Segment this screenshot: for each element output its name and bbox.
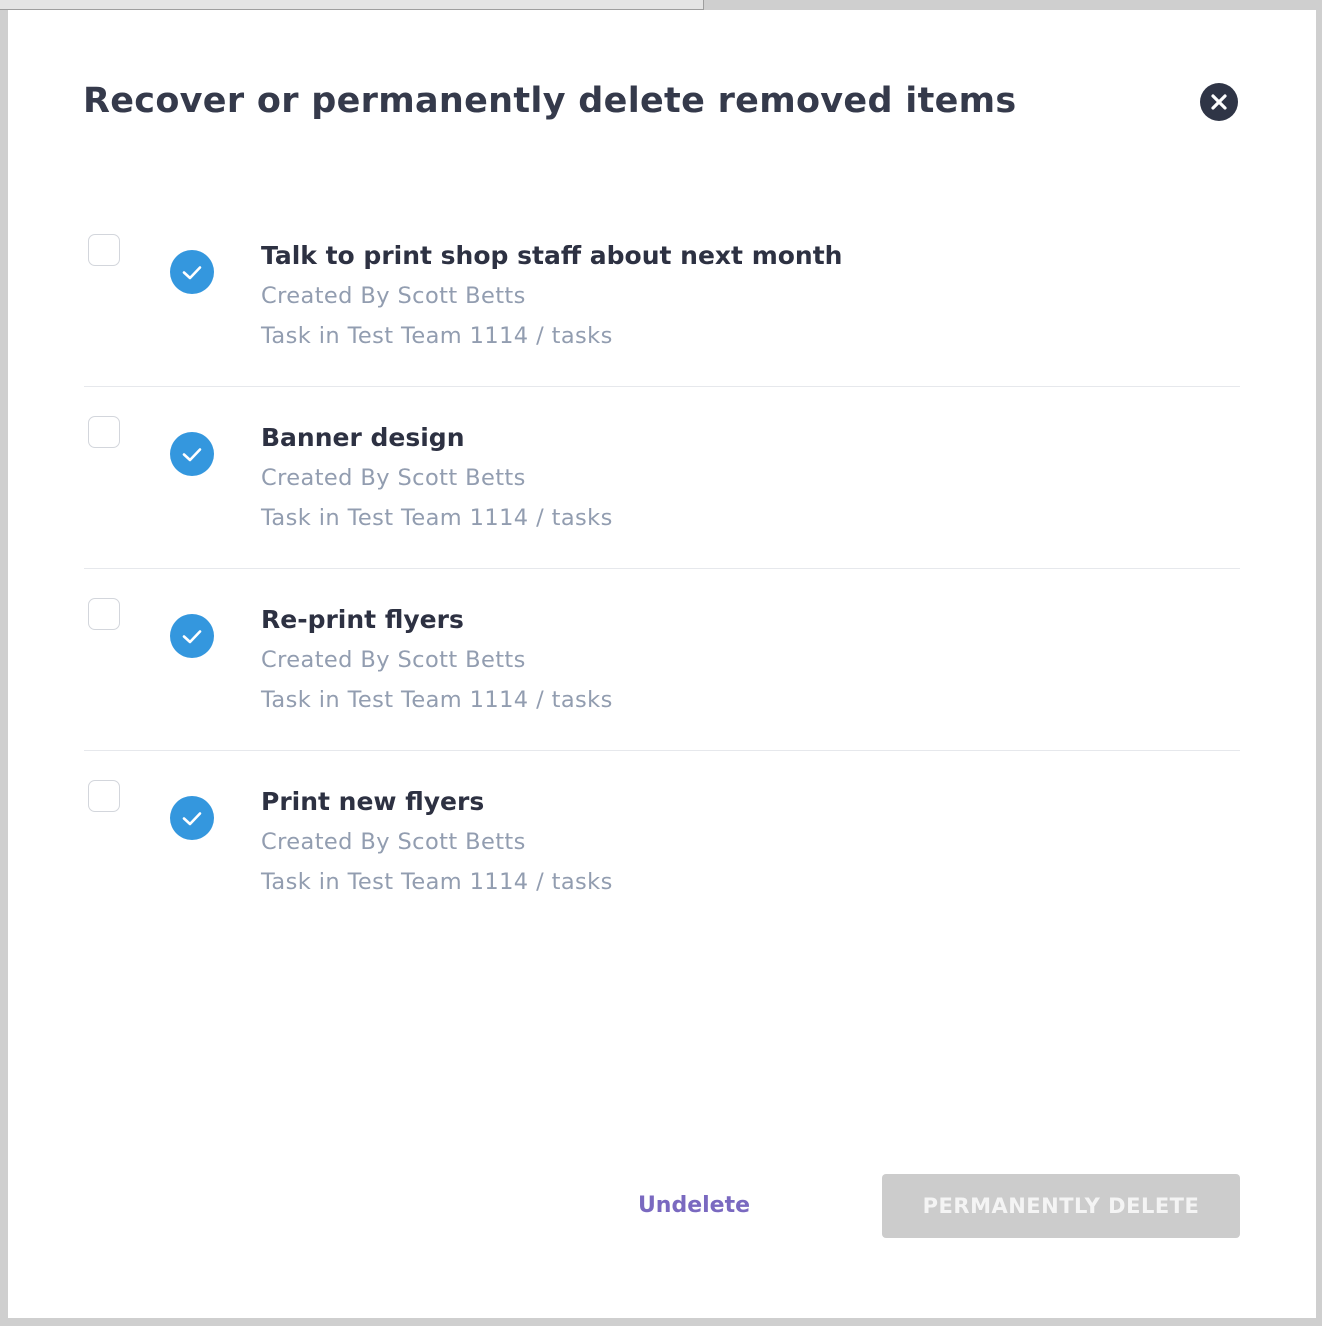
list-item: Re-print flyers Created By Scott Betts T…: [84, 569, 1240, 751]
completed-check-icon: [170, 796, 214, 840]
item-created-by: Created By Scott Betts: [261, 465, 526, 491]
item-created-by: Created By Scott Betts: [261, 829, 526, 855]
list-item: Banner design Created By Scott Betts Tas…: [84, 387, 1240, 569]
dialog-title: Recover or permanently delete removed it…: [83, 81, 1017, 121]
close-icon: [1211, 94, 1227, 110]
recover-items-dialog: Recover or permanently delete removed it…: [8, 10, 1316, 1318]
item-title: Talk to print shop staff about next mont…: [261, 241, 843, 270]
completed-check-icon: [170, 614, 214, 658]
list-item: Talk to print shop staff about next mont…: [84, 205, 1240, 387]
undelete-button[interactable]: Undelete: [606, 1173, 782, 1237]
item-location: Task in Test Team 1114 / tasks: [261, 505, 613, 531]
item-created-by: Created By Scott Betts: [261, 647, 526, 673]
close-button[interactable]: [1200, 83, 1238, 121]
completed-check-icon: [170, 432, 214, 476]
item-location: Task in Test Team 1114 / tasks: [261, 323, 613, 349]
item-created-by: Created By Scott Betts: [261, 283, 526, 309]
item-select-checkbox[interactable]: [88, 234, 120, 266]
permanently-delete-button[interactable]: PERMANENTLY DELETE: [882, 1174, 1240, 1238]
completed-check-icon: [170, 250, 214, 294]
item-title: Banner design: [261, 423, 465, 452]
item-location: Task in Test Team 1114 / tasks: [261, 687, 613, 713]
removed-items-list: Talk to print shop staff about next mont…: [84, 205, 1240, 933]
item-select-checkbox[interactable]: [88, 780, 120, 812]
item-location: Task in Test Team 1114 / tasks: [261, 869, 613, 895]
item-title: Re-print flyers: [261, 605, 464, 634]
background-window-edge: [0, 0, 704, 10]
item-title: Print new flyers: [261, 787, 485, 816]
list-item: Print new flyers Created By Scott Betts …: [84, 751, 1240, 933]
item-select-checkbox[interactable]: [88, 598, 120, 630]
item-select-checkbox[interactable]: [88, 416, 120, 448]
